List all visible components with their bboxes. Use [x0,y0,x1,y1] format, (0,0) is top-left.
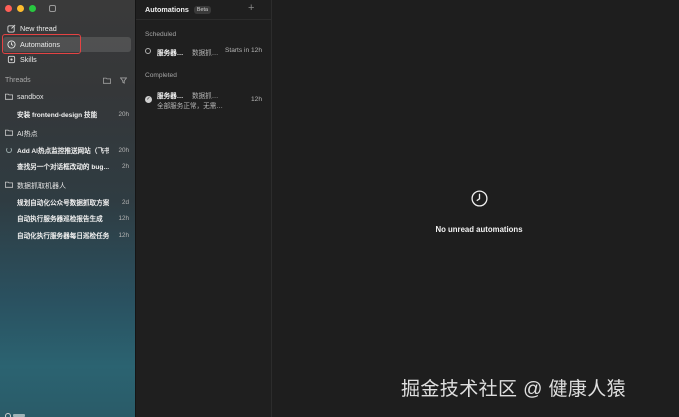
thread-time: 20h [118,146,129,154]
header-divider [136,19,272,20]
settings-icon[interactable] [5,410,27,417]
thread-title: 自动化执行服务器每日巡检任务 [17,233,109,240]
beta-badge: Beta [193,5,212,14]
nav-skills-label: Skills [20,55,37,64]
thread-group-data-bot[interactable]: 数据抓取机器人 [5,179,66,192]
main-content: No unread automations [273,0,679,417]
folder-icon [5,129,13,138]
thread-time: 20h [118,110,129,118]
thread-item[interactable]: 自动执行服务器巡检报告生成 12h [17,211,129,225]
automation-time: Starts in 12h [224,47,262,54]
scheduled-status-icon [145,48,151,54]
thread-time: 12h [118,214,129,222]
thread-title: 规划自动化公众号数据抓取方案 [17,200,109,207]
highlight-annotation [2,34,81,54]
scheduled-label: Scheduled [145,31,177,38]
nav-skills[interactable]: Skills [3,52,131,67]
group-name: 数据抓取机器人 [17,182,66,190]
group-name: AI热点 [17,130,38,138]
thread-time: 2d [121,198,129,206]
thread-time: 2h [121,162,129,170]
thread-item[interactable]: 查找另一个对话框改动的 bug… 2h [17,159,129,173]
automation-summary: 全部服务正常，无需… [157,103,223,110]
thread-item[interactable]: 规划自动化公众号数据抓取方案 2d [17,195,129,209]
thread-title: 查找另一个对话框改动的 bug… [17,164,109,171]
thread-item[interactable]: 安装 frontend-design 技能 20h [17,107,129,121]
group-name: sandbox [17,94,44,101]
close-window-button[interactable] [5,5,12,12]
automation-item-scheduled[interactable]: 服务器… 数据抓… Starts in 12h [145,46,267,58]
thread-title: 安装 frontend-design 技能 [17,112,98,119]
thread-group-ai-hot[interactable]: AI热点 [5,127,38,140]
empty-state-message: No unread automations [435,225,523,234]
automations-header: Automations Beta [145,5,212,14]
threads-section-label: Threads [5,77,31,84]
sidebar-toggle-icon[interactable] [49,5,56,12]
new-folder-icon[interactable] [103,77,111,86]
sidebar: New thread Automations Skills Threads sa… [0,0,136,417]
automation-name: 服务器… [157,93,184,100]
threads-section-actions [103,77,128,86]
minimize-window-button[interactable] [17,5,24,12]
thread-title: Add AI热点监控推送网站（飞书） [17,148,109,155]
watermark: 掘金技术社区 @ 健康人猿 [401,379,627,400]
completed-check-icon: ✓ [145,96,152,103]
thread-item[interactable]: Add AI热点监控推送网站（飞书） 20h [17,143,129,157]
running-spinner-icon [6,147,12,153]
automation-desc: 数据抓… [192,50,219,57]
compose-icon [6,24,16,33]
zoom-window-button[interactable] [29,5,36,12]
automation-time: 12h [250,96,262,103]
automation-item-completed[interactable]: ✓ 服务器… 数据抓… 全部服务正常，无需… 12h [145,89,267,111]
folder-icon [5,181,13,190]
completed-label: Completed [145,72,177,79]
folder-icon [5,93,13,102]
thread-title: 自动执行服务器巡检报告生成 [17,216,103,223]
automations-title: Automations [145,5,189,14]
skills-icon [6,55,16,64]
automation-name: 服务器… [157,50,184,57]
filter-icon[interactable] [119,77,128,86]
thread-time: 12h [118,231,129,239]
nav-new-thread-label: New thread [20,24,57,33]
automations-list-panel: Automations Beta + Scheduled 服务器… 数据抓… S… [136,0,272,417]
automation-desc: 数据抓… [192,93,219,100]
window-controls [5,5,36,12]
clock-icon [471,190,488,207]
add-automation-button[interactable]: + [248,2,254,14]
thread-group-sandbox[interactable]: sandbox [5,91,43,104]
thread-item[interactable]: 自动化执行服务器每日巡检任务 12h [17,228,129,242]
